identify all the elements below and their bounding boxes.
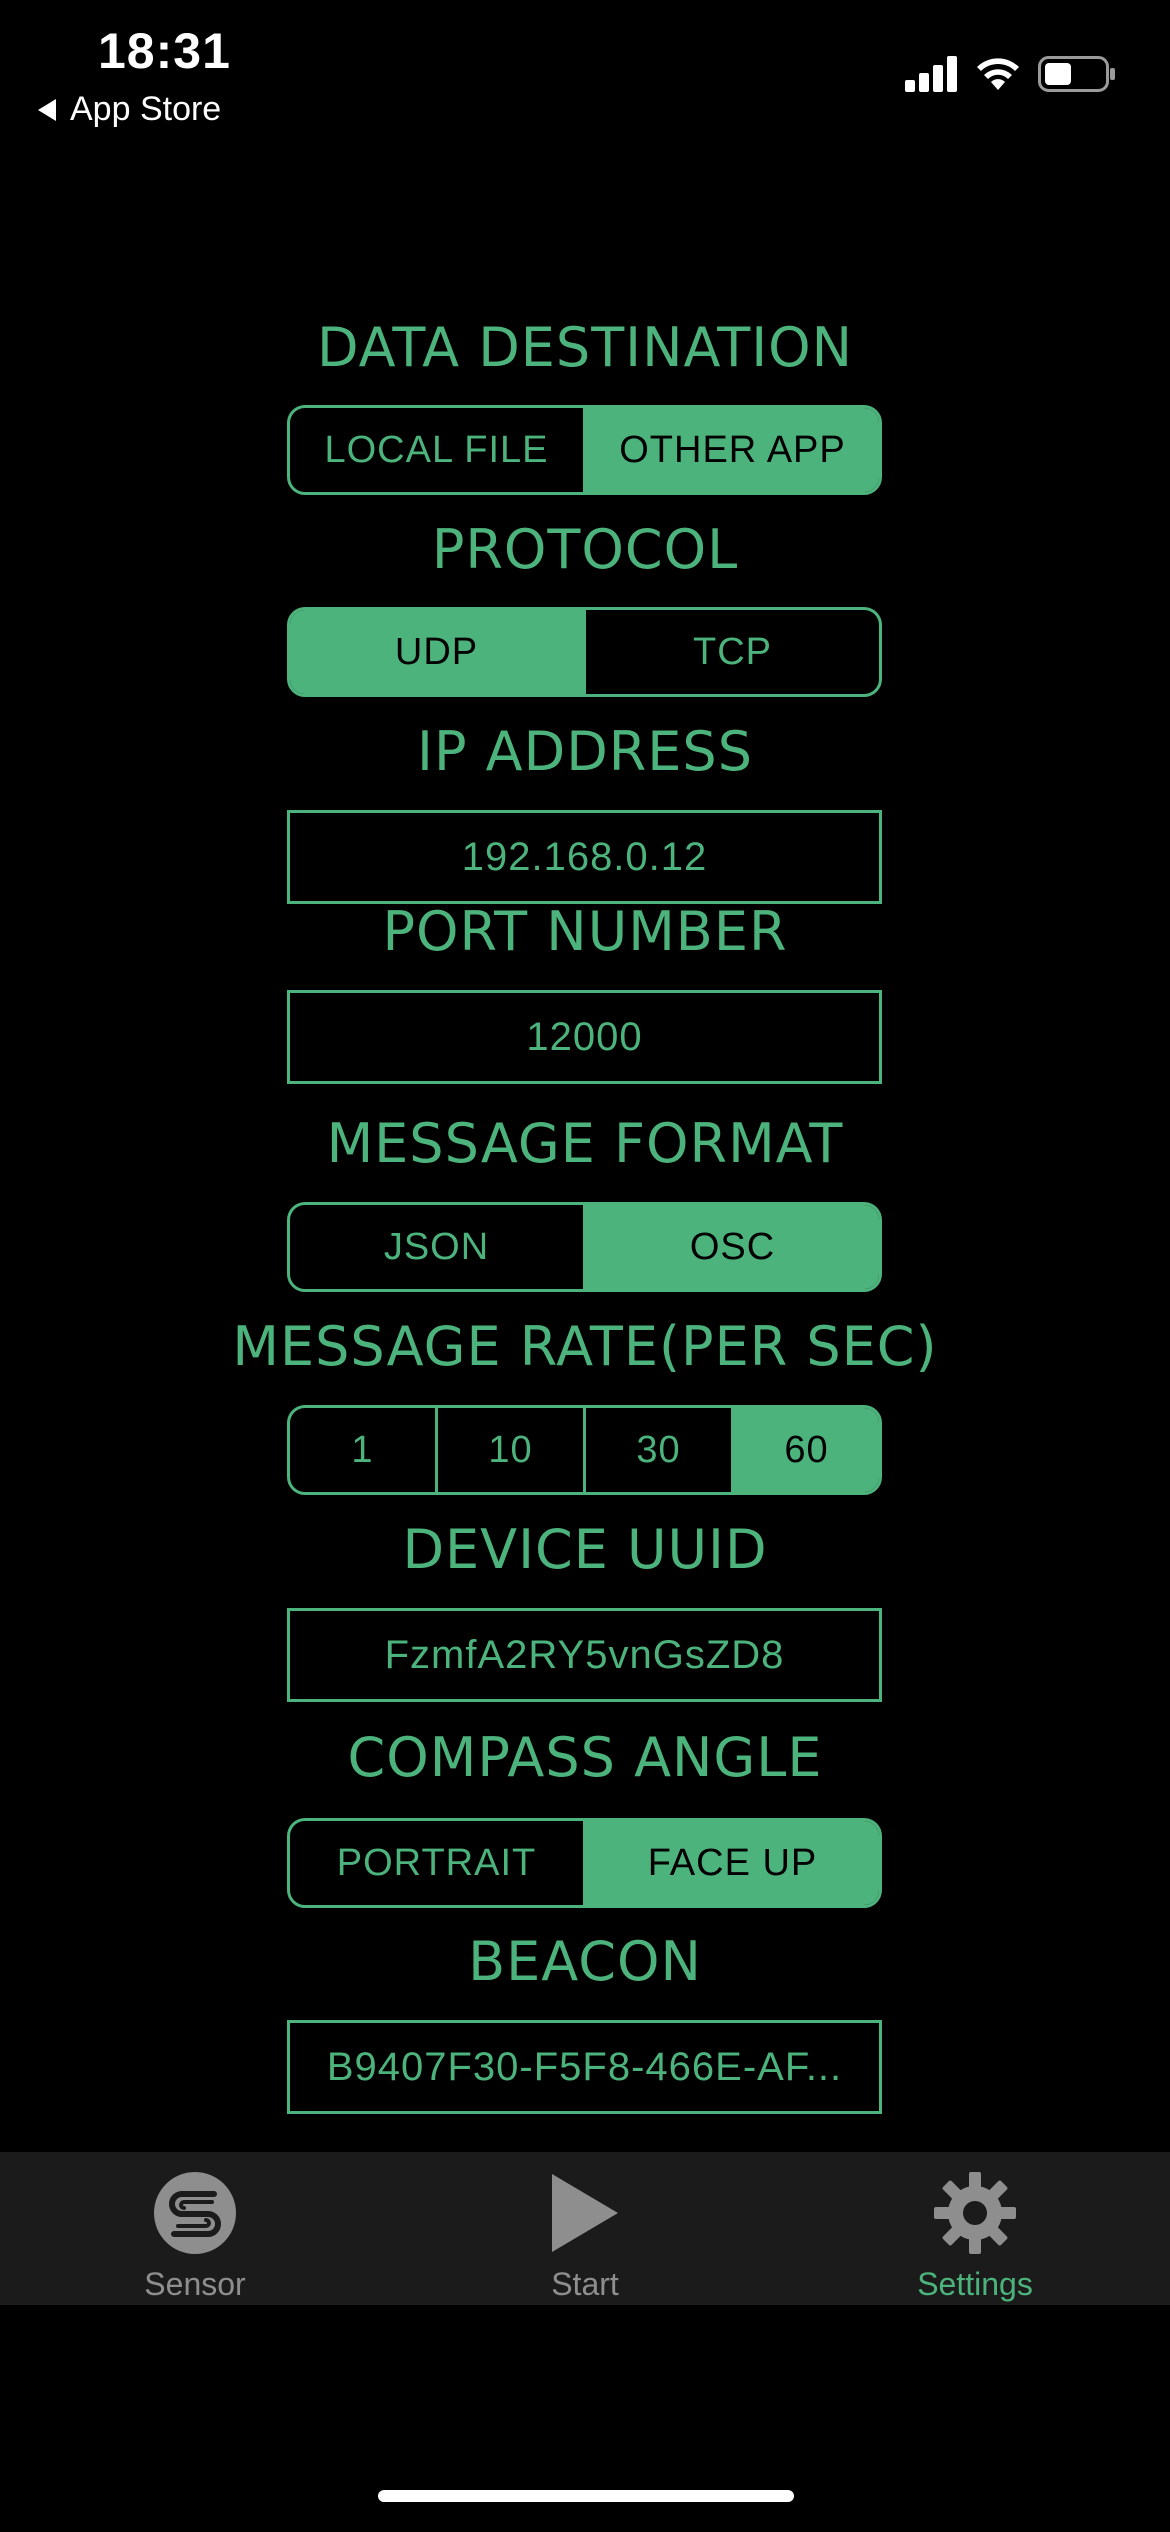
message-rate-option-60[interactable]: 60 <box>734 1408 879 1492</box>
back-arrow-icon <box>38 98 56 121</box>
back-to-app-store-button[interactable]: App Store <box>38 90 221 129</box>
message-rate-title: MESSAGE RATE(PER SEC) <box>232 1315 938 1378</box>
battery-icon <box>1038 56 1115 92</box>
protocol-segmented[interactable]: UDP TCP <box>287 607 882 697</box>
tab-sensor[interactable]: Sensor <box>0 2152 390 2305</box>
message-rate-segmented[interactable]: 1 10 30 60 <box>287 1405 882 1495</box>
compass-angle-title: COMPASS ANGLE <box>347 1726 823 1789</box>
ip-address-field[interactable]: 192.168.0.12 <box>287 810 882 904</box>
data-destination-option-other-app[interactable]: OTHER APP <box>586 408 879 492</box>
sensor-icon <box>154 2172 236 2254</box>
device-uuid-field[interactable]: FzmfA2RY5vnGsZD8 <box>287 1608 882 1702</box>
message-rate-option-10[interactable]: 10 <box>438 1408 586 1492</box>
port-number-title: PORT NUMBER <box>382 900 788 963</box>
beacon-title: BEACON <box>468 1930 702 1993</box>
beacon-field[interactable]: B9407F30-F5F8-466E-AF... <box>287 2020 882 2114</box>
status-time: 18:31 <box>98 23 231 79</box>
device-uuid-title: DEVICE UUID <box>402 1518 768 1581</box>
home-indicator[interactable] <box>378 2490 794 2502</box>
play-icon <box>552 2174 618 2252</box>
compass-angle-option-face-up[interactable]: FACE UP <box>586 1821 879 1905</box>
message-format-title: MESSAGE FORMAT <box>326 1112 844 1175</box>
tab-settings-label: Settings <box>917 2266 1033 2302</box>
protocol-option-udp[interactable]: UDP <box>290 610 586 694</box>
compass-angle-segmented[interactable]: PORTRAIT FACE UP <box>287 1818 882 1908</box>
protocol-title: PROTOCOL <box>431 518 739 581</box>
back-app-label: App Store <box>70 90 222 128</box>
message-format-segmented[interactable]: JSON OSC <box>287 1202 882 1292</box>
message-rate-option-1[interactable]: 1 <box>290 1408 438 1492</box>
message-format-option-json[interactable]: JSON <box>290 1205 586 1289</box>
tab-bar: Sensor Start Settings <box>0 2152 1170 2305</box>
port-number-field[interactable]: 12000 <box>287 990 882 1084</box>
gear-icon <box>934 2172 1016 2254</box>
signal-icon <box>905 56 957 92</box>
data-destination-segmented[interactable]: LOCAL FILE OTHER APP <box>287 405 882 495</box>
compass-angle-option-portrait[interactable]: PORTRAIT <box>290 1821 586 1905</box>
wifi-icon <box>977 58 1019 90</box>
ip-address-title: IP ADDRESS <box>417 720 753 783</box>
message-rate-option-30[interactable]: 30 <box>586 1408 734 1492</box>
message-format-option-osc[interactable]: OSC <box>586 1205 879 1289</box>
tab-start-label: Start <box>551 2266 619 2302</box>
tab-sensor-label: Sensor <box>144 2266 246 2302</box>
data-destination-title: DATA DESTINATION <box>316 316 854 379</box>
data-destination-option-local-file[interactable]: LOCAL FILE <box>290 408 586 492</box>
tab-settings[interactable]: Settings <box>780 2152 1170 2305</box>
protocol-option-tcp[interactable]: TCP <box>586 610 879 694</box>
tab-start[interactable]: Start <box>390 2152 780 2305</box>
